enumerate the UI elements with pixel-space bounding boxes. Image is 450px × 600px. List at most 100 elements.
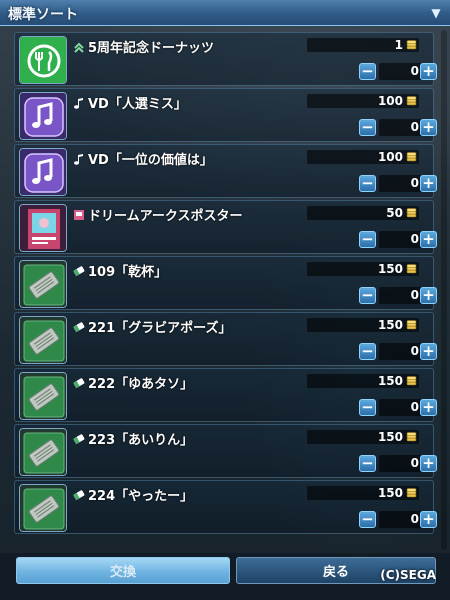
quantity-field[interactable]: 0 — [379, 511, 423, 528]
exchange-window: 標準ソート ▼ 5周年記念ドーナッツ 1 − 0 + VD「人選ミス」 1 00 … — [0, 0, 450, 600]
item-price: 150 — [377, 486, 403, 500]
price-field: 150 — [307, 374, 419, 388]
item-thumbnail — [19, 204, 67, 252]
decrease-quantity-button[interactable]: − — [359, 119, 376, 136]
item-price: 150 — [377, 262, 403, 276]
item-price: 150 — [377, 430, 403, 444]
quantity-field[interactable]: 0 — [379, 119, 423, 136]
list-item[interactable]: ドリームアークスポスター 50 − 0 + — [14, 200, 437, 254]
increase-quantity-button[interactable]: + — [420, 455, 437, 472]
price-field: 150 — [307, 486, 419, 500]
item-price: 150 — [377, 318, 403, 332]
coin-stack-icon — [406, 376, 417, 386]
item-thumbnail — [19, 372, 67, 420]
coin-stack-icon — [406, 264, 417, 274]
increase-quantity-button[interactable]: + — [420, 119, 437, 136]
item-thumbnail — [19, 260, 67, 308]
item-quantity: 0 — [410, 64, 419, 78]
quantity-field[interactable]: 0 — [379, 343, 423, 360]
item-name: VD「一位の価値は」 — [73, 149, 213, 168]
coin-stack-icon — [406, 152, 417, 162]
decrease-quantity-button[interactable]: − — [359, 175, 376, 192]
music-note-icon — [73, 153, 85, 165]
quantity-field[interactable]: 0 — [379, 287, 423, 304]
price-field: 100 — [307, 94, 419, 108]
price-field: 100 — [307, 150, 419, 164]
item-quantity: 0 — [410, 344, 419, 358]
decrease-quantity-button[interactable]: − — [359, 343, 376, 360]
item-name: 221「グラビアポーズ」 — [73, 317, 232, 336]
item-price: 150 — [377, 374, 403, 388]
item-name: 109「乾杯」 — [73, 261, 167, 280]
increase-quantity-button[interactable]: + — [420, 343, 437, 360]
item-quantity: 0 — [410, 456, 419, 470]
ticket-icon — [73, 265, 85, 277]
item-quantity: 0 — [410, 512, 419, 526]
decrease-quantity-button[interactable]: − — [359, 287, 376, 304]
increase-quantity-button[interactable]: + — [420, 287, 437, 304]
item-list: 5周年記念ドーナッツ 1 − 0 + VD「人選ミス」 100 − 0 + VD… — [0, 26, 450, 556]
item-quantity: 0 — [410, 288, 419, 302]
price-field: 150 — [307, 262, 419, 276]
decrease-quantity-button[interactable]: − — [359, 511, 376, 528]
footer-bar: 交換 戻る (C)SEGA — [0, 553, 450, 600]
item-price: 50 — [386, 206, 403, 220]
quantity-field[interactable]: 0 — [379, 63, 423, 80]
coin-stack-icon — [406, 432, 417, 442]
copyright-text: (C)SEGA — [380, 568, 436, 582]
list-item[interactable]: 109「乾杯」 150 − 0 + — [14, 256, 437, 310]
decrease-quantity-button[interactable]: − — [359, 455, 376, 472]
list-item[interactable]: VD「人選ミス」 100 − 0 + — [14, 88, 437, 142]
price-field: 1 — [307, 38, 419, 52]
rank-up-icon — [73, 41, 85, 53]
quantity-field[interactable]: 0 — [379, 455, 423, 472]
list-item[interactable]: 223「あいりん」 150 − 0 + — [14, 424, 437, 478]
quantity-field[interactable]: 0 — [379, 399, 423, 416]
quantity-field[interactable]: 0 — [379, 175, 423, 192]
list-item[interactable]: 221「グラビアポーズ」 150 − 0 + — [14, 312, 437, 366]
increase-quantity-button[interactable]: + — [420, 511, 437, 528]
ticket-icon — [73, 489, 85, 501]
ticket-icon — [73, 377, 85, 389]
increase-quantity-button[interactable]: + — [420, 63, 437, 80]
price-field: 150 — [307, 318, 419, 332]
chevron-down-icon[interactable]: ▼ — [428, 5, 444, 21]
window-titlebar: 標準ソート ▼ — [0, 0, 450, 26]
sort-label[interactable]: 標準ソート — [8, 4, 78, 24]
item-thumbnail — [19, 316, 67, 364]
price-field: 150 — [307, 430, 419, 444]
decrease-quantity-button[interactable]: − — [359, 231, 376, 248]
item-name: 222「ゆあタソ」 — [73, 373, 193, 392]
item-name: ドリームアークスポスター — [73, 205, 242, 224]
item-name: 223「あいりん」 — [73, 429, 193, 448]
list-item[interactable]: 222「ゆあタソ」 150 − 0 + — [14, 368, 437, 422]
item-thumbnail — [19, 148, 67, 196]
list-item[interactable]: 224「やったー」 150 − 0 + — [14, 480, 437, 534]
item-price: 100 — [377, 150, 403, 164]
music-note-icon — [73, 97, 85, 109]
coin-stack-icon — [406, 320, 417, 330]
list-item[interactable]: VD「一位の価値は」 100 − 0 + — [14, 144, 437, 198]
ticket-icon — [73, 321, 85, 333]
item-name: VD「人選ミス」 — [73, 93, 187, 112]
decrease-quantity-button[interactable]: − — [359, 63, 376, 80]
coin-stack-icon — [406, 488, 417, 498]
poster-icon — [73, 209, 85, 221]
increase-quantity-button[interactable]: + — [420, 399, 437, 416]
item-thumbnail — [19, 428, 67, 476]
scrollbar[interactable] — [441, 30, 447, 550]
item-quantity: 0 — [410, 400, 419, 414]
coin-stack-icon — [406, 96, 417, 106]
increase-quantity-button[interactable]: + — [420, 175, 437, 192]
decrease-quantity-button[interactable]: − — [359, 399, 376, 416]
price-field: 50 — [307, 206, 419, 220]
item-thumbnail — [19, 92, 67, 140]
ticket-icon — [73, 433, 85, 445]
exchange-button[interactable]: 交換 — [16, 557, 230, 584]
quantity-field[interactable]: 0 — [379, 231, 423, 248]
item-quantity: 0 — [410, 120, 419, 134]
item-quantity: 0 — [410, 176, 419, 190]
item-name: 5周年記念ドーナッツ — [73, 37, 214, 56]
increase-quantity-button[interactable]: + — [420, 231, 437, 248]
list-item[interactable]: 5周年記念ドーナッツ 1 − 0 + — [14, 32, 437, 86]
